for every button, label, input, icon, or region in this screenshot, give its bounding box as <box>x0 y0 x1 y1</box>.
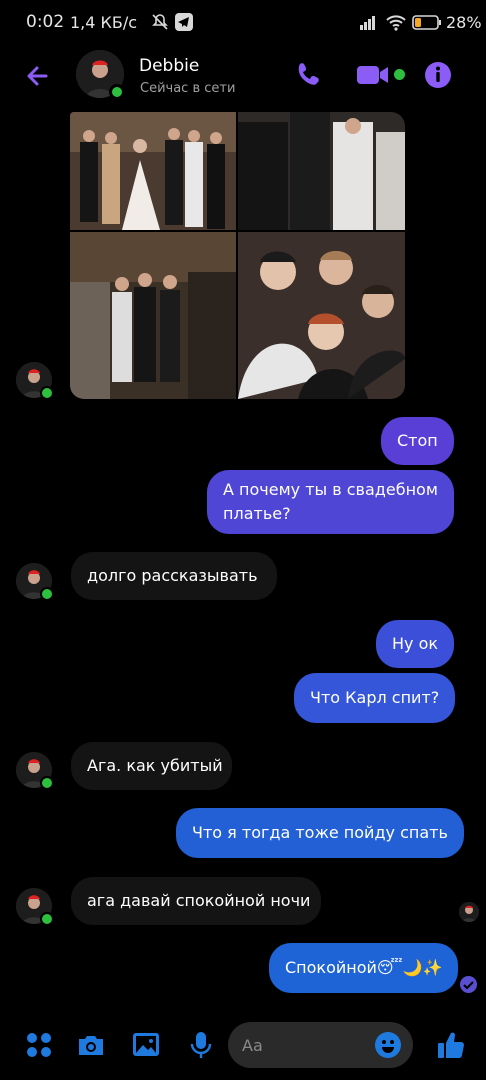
voice-call-button[interactable] <box>293 60 323 90</box>
network-speed: 1,4 КБ/с <box>70 13 138 32</box>
message-outgoing[interactable]: Спокойной😴🌙✨ <box>269 943 459 993</box>
message-text: А почему ты в свадебном платье? <box>223 480 438 523</box>
apps-button[interactable] <box>24 1030 54 1060</box>
phone-icon <box>298 63 319 85</box>
gallery-icon <box>133 1033 159 1056</box>
camera-icon <box>79 1036 103 1055</box>
message-composer[interactable] <box>228 1022 413 1068</box>
message-outgoing[interactable]: А почему ты в свадебном платье? <box>207 470 454 534</box>
contact-name[interactable]: Debbie <box>139 56 199 76</box>
message-incoming[interactable]: долго рассказывать <box>71 552 277 600</box>
battery-icon <box>412 12 442 32</box>
online-indicator <box>40 912 54 926</box>
online-indicator <box>40 386 54 400</box>
message-input[interactable] <box>242 1032 362 1058</box>
online-indicator <box>40 587 54 601</box>
telegram-icon <box>174 12 194 32</box>
video-call-button[interactable] <box>356 60 392 90</box>
message-incoming[interactable]: ага давай спокойной ночи <box>71 877 321 925</box>
like-button[interactable] <box>436 1030 466 1060</box>
gallery-button[interactable] <box>131 1030 161 1060</box>
online-indicator <box>109 84 125 100</box>
message-text: Ага. как убитый <box>87 756 223 775</box>
emoji-icon <box>375 1032 401 1058</box>
battery-percent: 28% <box>446 13 482 32</box>
microphone-icon <box>190 1032 212 1058</box>
back-arrow-icon <box>27 66 48 86</box>
info-icon <box>425 62 451 88</box>
photo-four-friends[interactable] <box>238 232 405 399</box>
message-outgoing[interactable]: Ну ок <box>376 620 455 668</box>
camera-button[interactable] <box>76 1030 106 1060</box>
message-outgoing[interactable]: Стоп <box>381 417 454 465</box>
microphone-button[interactable] <box>186 1030 216 1060</box>
message-text: долго рассказывать <box>87 566 258 585</box>
message-text: Ну ок <box>392 634 439 653</box>
status-time: 0:02 <box>26 12 65 32</box>
wifi-icon <box>386 12 406 32</box>
video-active-dot <box>394 69 405 80</box>
seen-avatar <box>459 902 479 922</box>
message-text: ага давай спокойной ночи <box>87 891 311 910</box>
back-button[interactable] <box>20 58 56 94</box>
message-text: Стоп <box>397 431 438 450</box>
message-text: Что я тогда тоже пойду спать <box>192 823 448 842</box>
message-outgoing[interactable]: Что я тогда тоже пойду спать <box>176 808 464 858</box>
online-indicator <box>40 776 54 790</box>
emoji-button[interactable] <box>374 1031 402 1059</box>
message-text: Что Карл спит? <box>310 688 440 707</box>
info-button[interactable] <box>423 60 453 90</box>
status-bar: 0:02 1,4 КБ/с 28% <box>0 0 486 44</box>
signal-icon <box>358 12 378 32</box>
delivered-check-icon <box>460 976 477 993</box>
contact-status: Сейчас в сети <box>140 81 236 96</box>
message-incoming[interactable]: Ага. как убитый <box>71 742 232 790</box>
video-camera-icon <box>357 66 388 84</box>
chat-header: Debbie Сейчас в сети <box>0 44 486 110</box>
message-text: Спокойной😴🌙✨ <box>285 958 443 977</box>
photo-wedding-group[interactable] <box>70 112 236 230</box>
photo-wedding-aisle[interactable] <box>70 232 236 399</box>
photo-groom-friends[interactable] <box>238 112 405 230</box>
alarm-clock-icon <box>152 12 172 32</box>
photo-attachment-grid[interactable] <box>70 112 405 399</box>
apps-icon <box>27 1033 51 1057</box>
composer-bar <box>0 1016 486 1080</box>
message-outgoing[interactable]: Что Карл спит? <box>294 673 456 723</box>
thumbs-up-icon <box>438 1032 464 1058</box>
